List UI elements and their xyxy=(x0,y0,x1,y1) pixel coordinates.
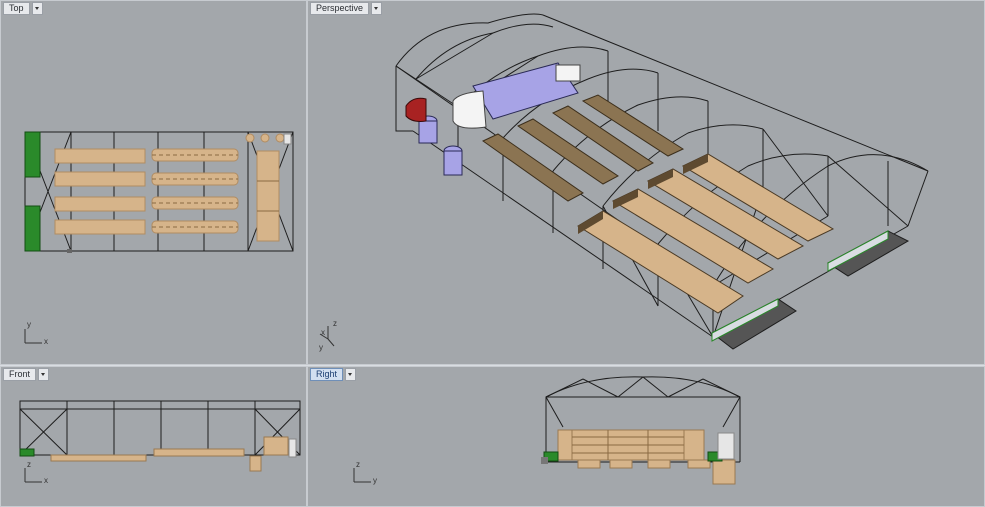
axis-label-z: z xyxy=(356,460,360,469)
axis-label-y: y xyxy=(319,343,323,352)
door-left-upper xyxy=(24,131,41,178)
axis-label-x: x xyxy=(44,476,48,485)
front-view-drawing xyxy=(19,400,301,483)
viewport-tab-top[interactable]: Top xyxy=(3,1,43,15)
viewport-right[interactable]: Right z y xyxy=(307,366,985,507)
viewport-front[interactable]: Front z x xyxy=(0,366,307,507)
axis-label-y: y xyxy=(27,320,31,329)
viewport-label[interactable]: Top xyxy=(3,1,30,15)
viewport-label[interactable]: Front xyxy=(3,367,37,381)
right-view-drawing xyxy=(353,376,741,485)
perspective-view-drawing xyxy=(319,13,929,350)
viewport-menu-arrow-icon[interactable] xyxy=(31,1,43,15)
axis-label-z: z xyxy=(333,319,337,328)
top-view-drawing xyxy=(24,131,294,344)
axis-label-y: y xyxy=(373,476,377,485)
viewport-menu-arrow-icon[interactable] xyxy=(38,367,50,381)
door-left-lower xyxy=(24,205,41,252)
axis-label-x: x xyxy=(44,337,48,346)
axis-label-x: x xyxy=(321,328,325,337)
axis-label-z: z xyxy=(27,460,31,469)
viewport-label[interactable]: Right xyxy=(310,367,344,381)
viewport-menu-arrow-icon[interactable] xyxy=(345,367,357,381)
viewport-label[interactable]: Perspective xyxy=(310,1,370,15)
viewport-tab-front[interactable]: Front xyxy=(3,367,50,381)
viewport-top[interactable]: Top y x xyxy=(0,0,307,365)
viewport-tab-right[interactable]: Right xyxy=(310,367,357,381)
viewport-perspective[interactable]: Perspective z x y xyxy=(307,0,985,365)
viewport-menu-arrow-icon[interactable] xyxy=(371,1,383,15)
viewport-tab-perspective[interactable]: Perspective xyxy=(310,1,383,15)
